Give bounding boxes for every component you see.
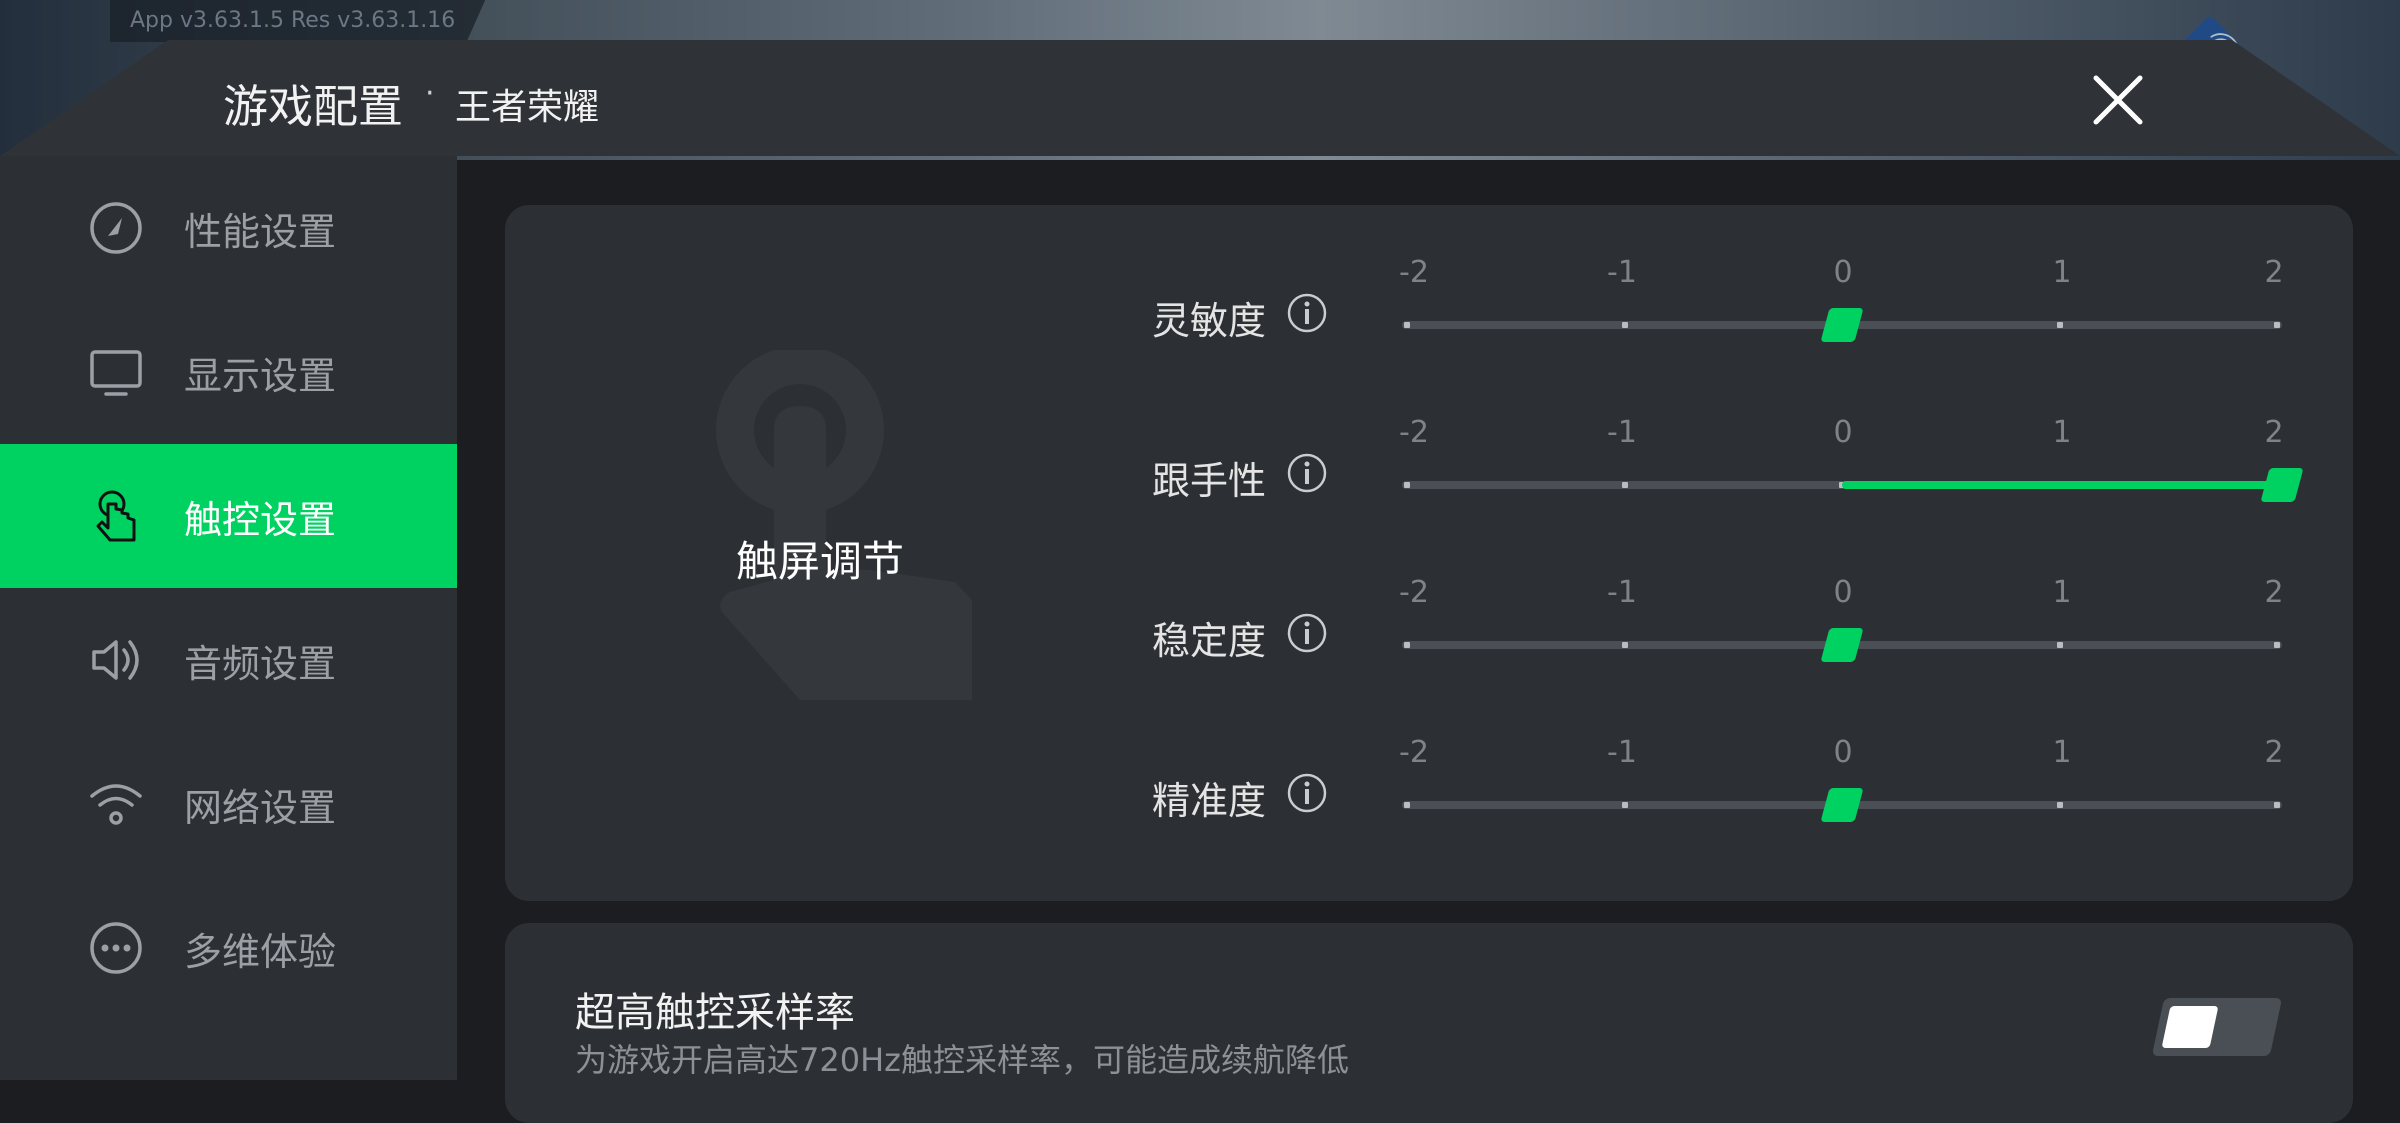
tick-label: 0 (1833, 415, 1853, 450)
tick-label: 2 (2264, 255, 2284, 290)
sampling-rate-title: 超高触控采样率 (575, 990, 855, 1036)
info-icon[interactable] (1287, 453, 1327, 493)
slider-tick-dot (2274, 322, 2280, 328)
sidebar-item-label: 触控设置 (184, 497, 337, 542)
tick-label: -1 (1607, 575, 1637, 610)
sampling-rate-toggle[interactable] (2151, 998, 2283, 1056)
slider-tick-dot (2274, 802, 2280, 808)
sidebar-item-label: 多维体验 (184, 929, 337, 974)
tick-label: -2 (1399, 415, 1429, 450)
tick-label: 1 (2052, 255, 2072, 290)
tick-label: -1 (1607, 735, 1637, 770)
game-name: 王者荣耀 (455, 87, 600, 128)
slider-tick-dot (1404, 642, 1410, 648)
speaker-icon (92, 640, 139, 680)
tick-label: -2 (1399, 575, 1429, 610)
slider-label-follow: 跟手性 (1152, 459, 1267, 503)
slider-tick-dot (2056, 642, 2063, 648)
slider-tick-dot (2274, 642, 2280, 648)
tick-label: -1 (1607, 415, 1637, 450)
version-label: App v3.63.1.5 Res v3.63.1.16 (110, 0, 486, 42)
tick-label: 0 (1833, 575, 1853, 610)
sampling-rate-description: 为游戏开启高达720Hz触控采样率，可能造成续航降低 (575, 1041, 1349, 1079)
tick-label: -2 (1399, 735, 1429, 770)
sidebar-item-label: 性能设置 (184, 209, 337, 254)
info-icon[interactable] (1287, 293, 1327, 333)
tick-label: 1 (2052, 415, 2072, 450)
tick-label: 2 (2264, 575, 2284, 610)
slider-tick-dot (1404, 322, 1410, 328)
info-icon[interactable] (1287, 773, 1327, 813)
slider-tick-dot (1621, 322, 1628, 328)
title-separator: · (425, 76, 435, 111)
page-title: 游戏配置 (223, 80, 404, 133)
tick-label: 0 (1833, 735, 1853, 770)
sidebar-item-display[interactable]: 显示设置 (0, 300, 457, 444)
tick-label: -1 (1607, 255, 1637, 290)
sidebar-item-label: 音频设置 (184, 641, 337, 686)
slider-label-precision: 精准度 (1152, 779, 1267, 823)
wifi-icon (90, 784, 142, 825)
sidebar-item-multi-experience[interactable]: 多维体验 (0, 876, 457, 1020)
touch-hand-icon (96, 490, 136, 542)
toggle-knob (2161, 1006, 2219, 1048)
close-icon[interactable] (2088, 70, 2148, 130)
tick-label: 2 (2264, 415, 2284, 450)
sidebar-item-network[interactable]: 网络设置 (0, 732, 457, 876)
tick-label: 0 (1833, 255, 1853, 290)
slider-fill-follow (1842, 481, 2282, 489)
slider-tick-dot (1621, 482, 1628, 488)
slider-tick-dot (1621, 802, 1628, 808)
info-icon[interactable] (1287, 613, 1327, 653)
sidebar-item-label: 显示设置 (184, 353, 337, 398)
more-dots-icon (90, 922, 142, 974)
monitor-icon (90, 350, 142, 396)
touch-adjust-title: 触屏调节 (736, 537, 905, 586)
sidebar: 性能设置 显示设置 触控设置 音频设置 网络设置 多维体验 (0, 156, 457, 1080)
tick-label: 1 (2052, 575, 2072, 610)
tick-label: 2 (2264, 735, 2284, 770)
sidebar-item-audio[interactable]: 音频设置 (0, 588, 457, 732)
slider-label-sensitivity: 灵敏度 (1152, 299, 1267, 343)
speedometer-icon (90, 202, 142, 254)
slider-tick-dot (2056, 802, 2063, 808)
slider-tick-dot (2056, 322, 2063, 328)
sidebar-item-touch[interactable]: 触控设置 (0, 444, 457, 588)
slider-label-stability: 稳定度 (1152, 619, 1267, 663)
slider-tick-dot (1621, 642, 1628, 648)
slider-tick-dot (1404, 802, 1410, 808)
slider-tick-dot (1404, 482, 1410, 488)
tick-label: -2 (1399, 255, 1429, 290)
sidebar-item-label: 网络设置 (184, 785, 337, 830)
tick-label: 1 (2052, 735, 2072, 770)
sidebar-item-performance[interactable]: 性能设置 (0, 156, 457, 300)
